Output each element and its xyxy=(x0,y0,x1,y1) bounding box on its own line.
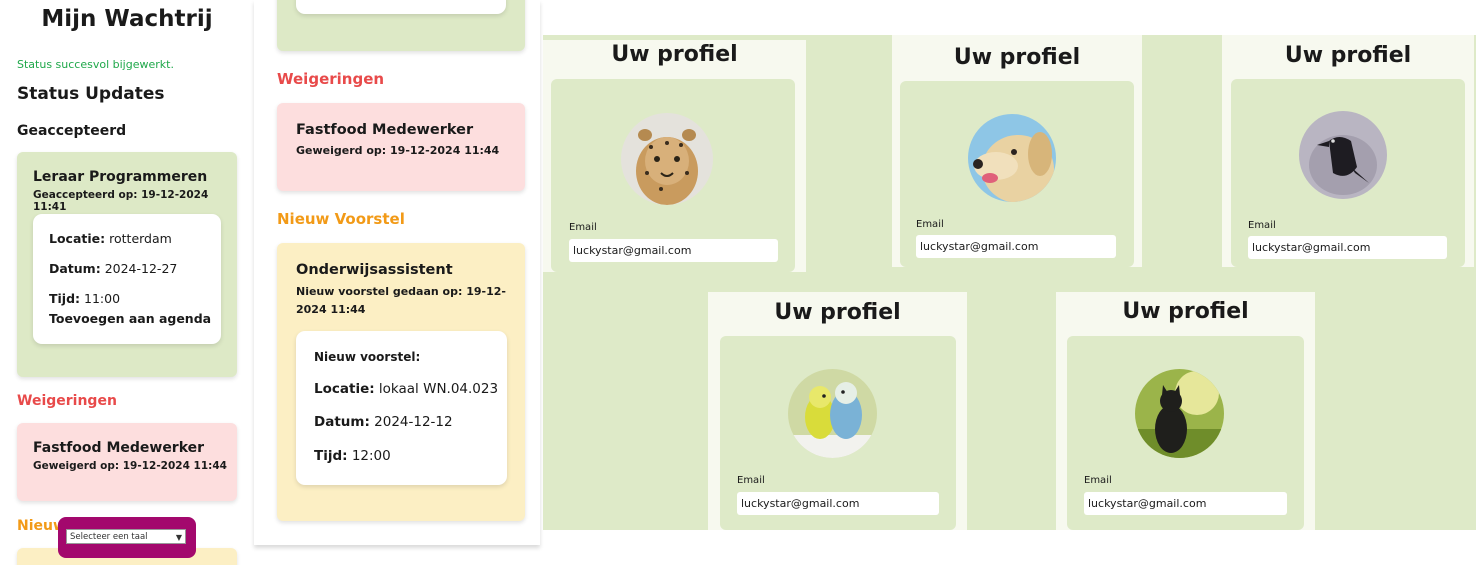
dog-avatar-image xyxy=(968,114,1056,202)
profile-card: Uw profiel Email luckystar@gmail.com xyxy=(708,292,967,530)
accepted-heading: Geaccepteerd xyxy=(17,123,127,139)
rejection-card: Fastfood Medewerker Geweigerd op: 19-12-… xyxy=(17,423,237,501)
cheetah-avatar-image xyxy=(621,113,713,205)
profile-card: Uw profiel Email luckystar@gmail.com xyxy=(543,40,806,272)
success-flash-message: Status succesvol bijgewerkt. xyxy=(17,58,174,71)
profile-body: Email luckystar@gmail.com xyxy=(1231,79,1465,267)
rejection-card: Fastfood Medewerker Geweigerd op: 19-12-… xyxy=(277,103,525,191)
location-row: Locatie: lokaal WN.04.023 xyxy=(314,381,499,397)
profile-heading: Uw profiel xyxy=(953,45,1081,70)
profile-body: Email luckystar@gmail.com xyxy=(720,336,956,530)
email-field[interactable]: luckystar@gmail.com xyxy=(569,239,778,262)
card-subtitle: Geweigerd op: 19-12-2024 11:44 xyxy=(33,460,227,472)
card-subtitle: Geweigerd op: 19-12-2024 11:44 xyxy=(296,144,500,157)
add-to-agenda-link[interactable]: Toevoegen aan agenda xyxy=(49,311,211,326)
email-label: Email xyxy=(737,475,765,486)
email-label: Email xyxy=(1084,475,1112,486)
queue-panel-scrolled: Weigeringen Fastfood Medewerker Geweiger… xyxy=(254,0,540,545)
crow-avatar-image xyxy=(1299,111,1387,199)
appointment-details: Locatie: rotterdam Datum: 2024-12-27 Tij… xyxy=(33,214,221,344)
profile-body: Email luckystar@gmail.com xyxy=(1067,336,1304,530)
card-subtitle: Geaccepteerd op: 19-12-2024 11:41 xyxy=(33,189,209,213)
card-subtitle: Nieuw voorstel gedaan op: 19-12-2024 11:… xyxy=(296,285,506,316)
email-field[interactable]: luckystar@gmail.com xyxy=(916,235,1116,258)
language-select[interactable]: Selecteer een taal ▼ xyxy=(66,529,186,544)
proposal-card: Onderwijsassistent Nieuw voorstel gedaan… xyxy=(277,243,525,521)
time-row: Tijd: 11:00 xyxy=(49,291,121,306)
email-field[interactable]: luckystar@gmail.com xyxy=(737,492,939,515)
profile-card: Uw profiel Email luckystar@gmail.com xyxy=(892,35,1142,267)
profile-heading: Uw profiel xyxy=(611,42,738,67)
profile-body: Email luckystar@gmail.com xyxy=(551,79,795,272)
profile-heading: Uw profiel xyxy=(1284,43,1412,68)
queue-panel-left: Mijn Wachtrij Status succesvol bijgewerk… xyxy=(0,0,254,565)
card-title: Fastfood Medewerker xyxy=(296,122,474,138)
card-title: Fastfood Medewerker xyxy=(33,440,205,456)
profile-card: Uw profiel Email luckystar@gmail.com xyxy=(1056,292,1315,530)
accepted-card: Leraar Programmeren Geaccepteerd op: 19-… xyxy=(17,152,237,377)
new-proposal-heading: Nieuw Voorstel xyxy=(277,210,405,228)
proposal-details-heading: Nieuw voorstel: xyxy=(314,350,421,364)
profile-heading: Uw profiel xyxy=(774,300,901,325)
email-field[interactable]: luckystar@gmail.com xyxy=(1084,492,1287,515)
email-label: Email xyxy=(569,222,597,233)
location-row: Locatie: rotterdam xyxy=(49,231,172,246)
status-updates-heading: Status Updates xyxy=(17,84,165,104)
rejections-heading: Weigeringen xyxy=(17,393,117,409)
profile-heading: Uw profiel xyxy=(1122,299,1249,324)
appointment-details-partial xyxy=(296,0,506,14)
date-row: Datum: 2024-12-27 xyxy=(49,261,178,276)
page-title: Mijn Wachtrij xyxy=(41,6,213,32)
email-field[interactable]: luckystar@gmail.com xyxy=(1248,236,1447,259)
email-label: Email xyxy=(1248,220,1276,231)
dropdown-caret-icon: ▼ xyxy=(175,533,182,542)
date-row: Datum: 2024-12-12 xyxy=(314,414,453,430)
card-title: Leraar Programmeren xyxy=(33,169,208,185)
proposal-details: Nieuw voorstel: Locatie: lokaal WN.04.02… xyxy=(296,331,507,485)
card-title: Onderwijsassistent xyxy=(296,262,453,278)
profile-collage: Uw profiel Email luckystar@gmail.com Uw … xyxy=(543,35,1476,530)
rejections-heading: Weigeringen xyxy=(277,70,385,88)
time-row: Tijd: 12:00 xyxy=(314,448,391,464)
profile-card: Uw profiel Email luckystar@gmail.com xyxy=(1222,35,1474,267)
profile-body: Email luckystar@gmail.com xyxy=(900,81,1134,267)
cat-avatar-image xyxy=(1135,369,1224,458)
budgies-avatar-image xyxy=(788,369,877,458)
accepted-card-partial xyxy=(277,0,525,51)
language-widget: Selecteer een taal ▼ xyxy=(58,517,196,558)
email-label: Email xyxy=(916,219,944,230)
